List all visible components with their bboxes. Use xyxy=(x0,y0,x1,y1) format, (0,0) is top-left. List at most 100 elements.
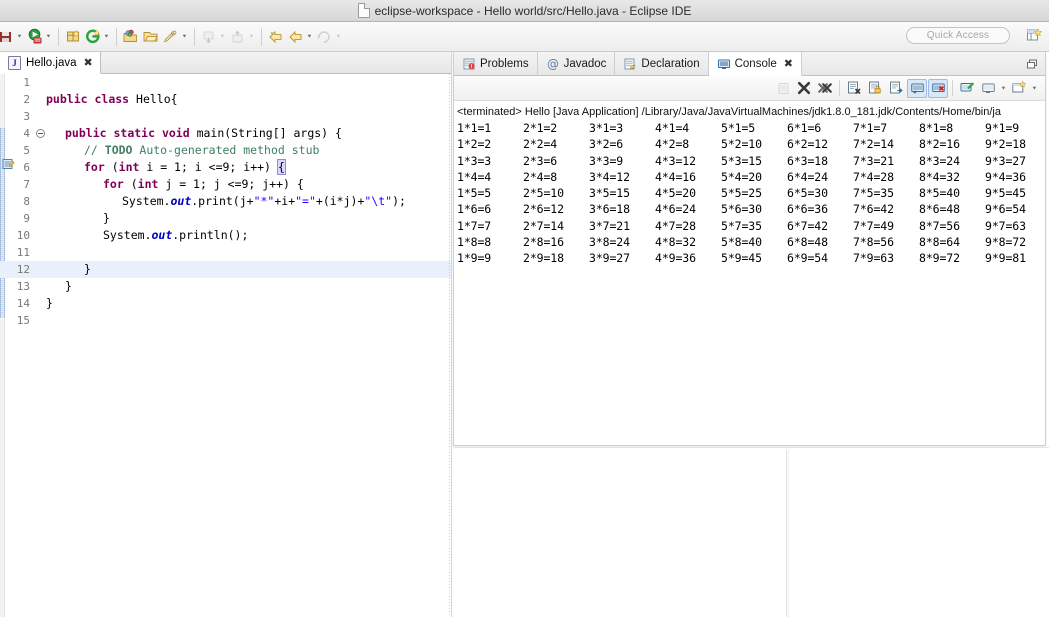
code-line[interactable]: 10 System.out.println(); xyxy=(0,227,452,244)
console-output-cell: 2*1=2 xyxy=(523,121,558,135)
chevron-down-icon[interactable] xyxy=(334,28,343,46)
console-output-cell: 6*1=6 xyxy=(787,121,822,135)
code-token: void xyxy=(161,126,197,140)
line-number: 15 xyxy=(16,314,30,327)
fold-collapse-icon[interactable] xyxy=(36,129,45,138)
tab-label: Javadoc xyxy=(563,57,607,70)
code-token: int xyxy=(118,160,147,174)
tab-console[interactable]: Console ✖ xyxy=(708,52,803,76)
code-text: System.out.println(); xyxy=(34,227,248,244)
open-console-icon[interactable] xyxy=(1009,79,1029,98)
code-line[interactable]: 13} xyxy=(0,278,452,295)
terminate-icon[interactable] xyxy=(794,79,814,98)
chevron-down-icon[interactable] xyxy=(44,28,53,46)
console-output-cell: 2*9=18 xyxy=(523,251,564,266)
toolbar-next-annotation-button[interactable] xyxy=(199,25,228,49)
console-output-cell: 1*5=5 xyxy=(457,186,492,201)
toolbar-save-button[interactable] xyxy=(0,25,25,49)
display-selected-console-icon[interactable] xyxy=(978,79,998,98)
clear-console-icon[interactable] xyxy=(844,79,864,98)
console-output-cell: 1*3=3 xyxy=(457,153,492,168)
code-line[interactable]: 8 System.out.print(j+"*"+i+"="+(i*j)+"\t"… xyxy=(0,193,452,210)
code-token: "*" xyxy=(253,194,275,208)
quick-access-input[interactable]: Quick Access xyxy=(906,27,1010,44)
toolbar-back-button[interactable] xyxy=(266,25,286,49)
console-terminated-line: <terminated> Hello [Java Application] /L… xyxy=(457,106,1001,118)
editor-tab-hello-java[interactable]: J Hello.java ✖ xyxy=(0,52,101,74)
line-number: 10 xyxy=(16,229,30,242)
console-panel: Problems @ Javadoc Declaration Console ✖… xyxy=(453,52,1046,446)
line-number: 12 xyxy=(16,263,30,276)
toolbar-forward-button[interactable] xyxy=(286,25,315,49)
code-line[interactable]: 6 for (int i = 1; i <=9; i++) { xyxy=(0,159,452,176)
tab-javadoc[interactable]: @ Javadoc xyxy=(538,52,616,75)
line-number: 14 xyxy=(16,297,30,310)
line-number: 3 xyxy=(23,110,30,123)
chevron-down-icon[interactable] xyxy=(218,28,227,46)
pin-console-icon[interactable] xyxy=(957,79,977,98)
tab-declaration[interactable]: Declaration xyxy=(615,52,709,75)
code-line[interactable]: 15 xyxy=(0,312,452,329)
window-titlebar: eclipse-workspace - Hello world/src/Hell… xyxy=(0,0,1049,22)
console-output-cell: 1*1=1 xyxy=(457,121,492,135)
console-toolbar xyxy=(454,76,1045,101)
console-output-cell: 3*1=3 xyxy=(589,121,624,135)
chevron-down-icon[interactable] xyxy=(999,79,1008,97)
code-line[interactable]: 11 xyxy=(0,244,452,261)
toolbar-separator xyxy=(194,27,195,46)
console-output-cell: 2*7=14 xyxy=(523,218,564,233)
code-line[interactable]: 2 public class Hello{ xyxy=(0,91,452,108)
show-console-stdout-icon[interactable] xyxy=(907,78,927,98)
line-number: 5 xyxy=(23,144,30,157)
line-number: 11 xyxy=(16,246,30,259)
toolbar-search-button[interactable] xyxy=(161,25,190,49)
code-line[interactable]: 3 xyxy=(0,108,452,125)
console-output-cell: 3*9=27 xyxy=(589,251,630,266)
close-icon[interactable]: ✖ xyxy=(784,57,793,70)
toolbar-last-edit-button[interactable] xyxy=(315,25,344,49)
code-line[interactable]: 9} xyxy=(0,210,452,227)
show-console-stderr-icon[interactable] xyxy=(928,78,948,98)
chevron-down-icon[interactable] xyxy=(180,28,189,46)
console-output-cell: 7*6=42 xyxy=(853,202,894,217)
code-token: static xyxy=(113,126,162,140)
toolbar-new-class-button[interactable] xyxy=(83,25,112,49)
console-output-cell: 9*6=54 xyxy=(985,202,1026,217)
toolbar-open-resource-button[interactable] xyxy=(141,25,161,49)
toolbar-open-type-button[interactable] xyxy=(121,25,141,49)
console-output-cell: 3*2=6 xyxy=(589,137,624,152)
restore-panel-icon[interactable] xyxy=(1023,55,1041,72)
code-line[interactable]: 14} xyxy=(0,295,452,312)
code-editor[interactable]: 1 2 public class Hello{ 3 4 public static voi… xyxy=(0,74,452,617)
console-output-cell: 7*8=56 xyxy=(853,235,894,250)
scroll-lock-toggle-icon[interactable] xyxy=(865,79,885,98)
console-output-cell: 7*9=63 xyxy=(853,251,894,266)
toolbar-run-button[interactable] xyxy=(25,25,54,49)
chevron-down-icon[interactable] xyxy=(1030,79,1039,97)
word-wrap-icon[interactable] xyxy=(886,79,906,98)
console-output-cell: 6*4=24 xyxy=(787,169,828,184)
console-output-cell: 2*6=12 xyxy=(523,202,564,217)
close-icon[interactable]: ✖ xyxy=(84,57,93,68)
console-output-cell: 5*8=40 xyxy=(721,235,762,250)
chevron-down-icon[interactable] xyxy=(305,28,314,46)
toolbar-previous-annotation-button[interactable] xyxy=(228,25,257,49)
console-output[interactable]: <terminated> Hello [Java Application] /L… xyxy=(454,102,1045,445)
open-perspective-icon[interactable] xyxy=(1026,28,1043,44)
console-output-cell: 7*1=7 xyxy=(853,121,888,135)
code-line[interactable]: 12} xyxy=(0,261,452,278)
chevron-down-icon[interactable] xyxy=(15,28,24,46)
code-line[interactable]: 4 public static void main(String[] args) … xyxy=(0,125,452,142)
code-line[interactable]: 5 // TODO Auto-generated method stub xyxy=(0,142,452,159)
chevron-down-icon[interactable] xyxy=(247,28,256,46)
scroll-lock-icon[interactable] xyxy=(773,79,793,98)
chevron-down-icon[interactable] xyxy=(102,28,111,46)
toolbar-new-package-button[interactable] xyxy=(63,25,83,49)
print-margin xyxy=(449,74,450,617)
tab-problems[interactable]: Problems xyxy=(454,52,538,75)
line-number: 7 xyxy=(23,178,30,191)
remove-all-terminated-icon[interactable] xyxy=(815,79,835,98)
code-line[interactable]: 7 for (int j = 1; j <=9; j++) { xyxy=(0,176,452,193)
code-line[interactable]: 1 xyxy=(0,74,452,91)
code-token: i = 1; i <=9; i++) xyxy=(146,160,278,174)
